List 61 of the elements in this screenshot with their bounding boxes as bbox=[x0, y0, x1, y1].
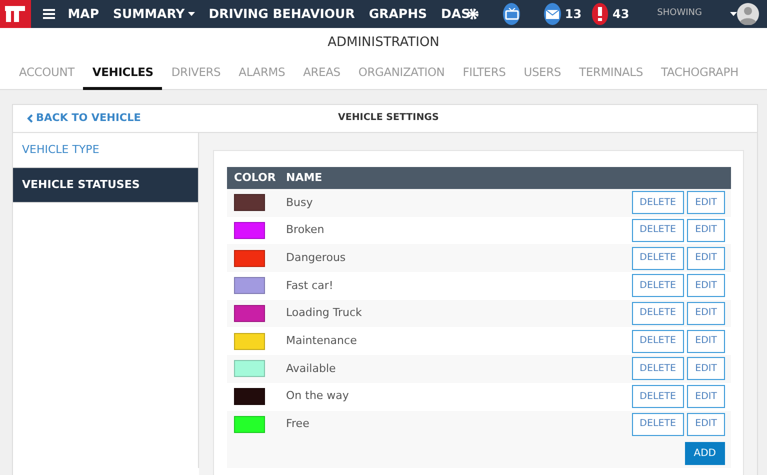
status-name: Loading Truck bbox=[286, 305, 363, 322]
tab[interactable]: FILTERS bbox=[454, 58, 515, 90]
status-name: Available bbox=[286, 360, 337, 377]
page-title: ADMINISTRATION bbox=[328, 34, 440, 52]
sidebar-item[interactable]: VEHICLE STATUSES bbox=[13, 168, 198, 203]
edit-button[interactable]: EDIT bbox=[687, 357, 725, 380]
tab[interactable]: USERS bbox=[514, 58, 570, 90]
tab[interactable]: ACCOUNT bbox=[10, 58, 84, 90]
add-button[interactable]: ADD bbox=[684, 442, 725, 465]
chevron-left-icon bbox=[27, 114, 33, 123]
panel-title: VEHICLE SETTINGS bbox=[338, 111, 439, 126]
nav-menu-item[interactable]: MAP bbox=[60, 4, 106, 24]
edit-button[interactable]: EDIT bbox=[687, 385, 725, 408]
edit-button[interactable]: EDIT bbox=[687, 330, 725, 353]
nav-menu-item[interactable]: SUMMARY bbox=[106, 4, 202, 24]
delete-button[interactable]: DELETE bbox=[632, 330, 684, 353]
message-count: 13 bbox=[564, 6, 582, 23]
tab[interactable]: TACHOGRAPH bbox=[652, 58, 748, 90]
status-name: Broken bbox=[286, 222, 326, 238]
logo[interactable] bbox=[0, 0, 31, 28]
alert-count: 43 bbox=[612, 6, 630, 23]
tab[interactable]: ALARMS bbox=[230, 58, 294, 90]
delete-button[interactable]: DELETE bbox=[632, 191, 684, 214]
edit-button[interactable]: EDIT bbox=[687, 246, 725, 270]
tab[interactable]: DRIVERS bbox=[162, 58, 230, 90]
edit-button[interactable]: EDIT bbox=[687, 302, 725, 326]
status-name: Dangerous bbox=[286, 250, 347, 266]
nav-menu-item[interactable]: GRAPHS bbox=[362, 4, 434, 24]
column-header: COLOR bbox=[234, 170, 277, 186]
showing-dropdown[interactable]: SHOWING bbox=[657, 7, 737, 21]
nav-menu-item[interactable]: DAS bbox=[434, 4, 478, 24]
status-name: Fast car! bbox=[286, 278, 334, 294]
tab[interactable]: VEHICLES bbox=[83, 58, 162, 90]
status-name: Free bbox=[286, 416, 310, 432]
status-name: Maintenance bbox=[286, 333, 358, 350]
edit-button[interactable]: EDIT bbox=[687, 274, 725, 298]
tab[interactable]: ORGANIZATION bbox=[349, 58, 454, 90]
delete-button[interactable]: DELETE bbox=[632, 246, 684, 270]
delete-button[interactable]: DELETE bbox=[632, 357, 684, 380]
caret-icon[interactable] bbox=[188, 12, 195, 16]
menu-icon[interactable] bbox=[42, 9, 55, 19]
alert-icon[interactable] bbox=[592, 3, 608, 25]
back-link[interactable]: BACK TO VEHICLE bbox=[13, 110, 198, 126]
column-header: NAME bbox=[286, 170, 322, 186]
delete-button[interactable]: DELETE bbox=[632, 274, 684, 298]
tab[interactable]: TERMINALS bbox=[570, 58, 652, 90]
delete-button[interactable]: DELETE bbox=[632, 219, 684, 242]
edit-button[interactable]: EDIT bbox=[687, 191, 725, 214]
status-name: On the way bbox=[286, 388, 350, 404]
delete-button[interactable]: DELETE bbox=[632, 412, 684, 436]
caret-icon[interactable] bbox=[730, 12, 737, 16]
delete-button[interactable]: DELETE bbox=[632, 385, 684, 408]
delete-button[interactable]: DELETE bbox=[632, 302, 684, 326]
edit-button[interactable]: EDIT bbox=[687, 219, 725, 242]
avatar-icon[interactable] bbox=[737, 3, 759, 25]
nav-menu-item[interactable]: DRIVING BEHAVIOUR bbox=[202, 4, 362, 24]
status-name: Busy bbox=[286, 194, 314, 211]
edit-button[interactable]: EDIT bbox=[687, 412, 725, 436]
tv-icon[interactable] bbox=[503, 3, 520, 25]
tab[interactable]: AREAS bbox=[294, 58, 350, 90]
mail-icon[interactable] bbox=[544, 3, 561, 25]
